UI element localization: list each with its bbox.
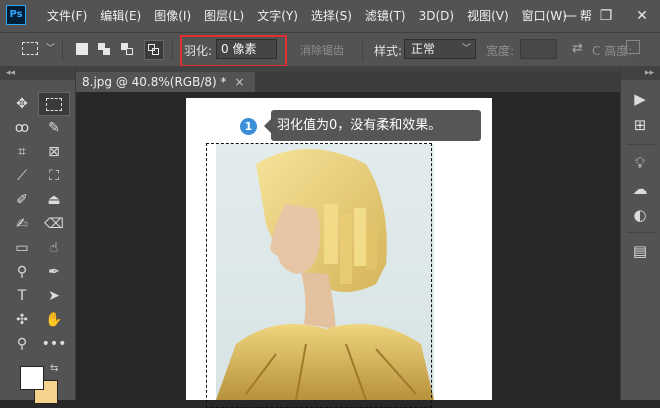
tools-panel: ◂◂ ✥ ꝏ ✎ ⌗ ⊠ ⟋ ⛶ ✐ ⏏ ✍ ⌫ ▭ ☝ ⚲ ✒ T ➤ ✣ ✋… <box>0 66 76 404</box>
patch-icon[interactable]: ⛶ <box>38 164 70 188</box>
collapse-icon[interactable]: ◂◂ <box>0 66 75 80</box>
square-shape <box>103 48 110 55</box>
step-badge: 1 <box>240 118 257 135</box>
type-icon[interactable]: T <box>6 284 38 308</box>
smudge-icon[interactable]: ☝ <box>38 236 70 260</box>
style-select[interactable]: 正常 ﹀ <box>404 39 476 59</box>
intersect-selection-button[interactable] <box>144 40 164 60</box>
foreground-color-swatch[interactable] <box>20 366 44 390</box>
gradient-icon[interactable]: ▭ <box>6 236 38 260</box>
rect-marquee-preset-icon[interactable] <box>22 42 38 55</box>
quick-select-icon[interactable]: ✎ <box>38 116 70 140</box>
menu-layer[interactable]: 图层(L) <box>199 0 252 32</box>
menu-edit[interactable]: 编辑(E) <box>95 0 149 32</box>
document-tab-bar: 8.jpg @ 40.8%(RGB/8) * × <box>76 66 620 92</box>
antialias-checkbox-label[interactable]: 消除锯齿 <box>300 42 344 58</box>
divider <box>172 39 173 61</box>
eraser-icon[interactable]: ⌫ <box>38 212 70 236</box>
highlight-box <box>180 35 287 67</box>
subtract-selection-button[interactable] <box>121 43 133 55</box>
document-tab[interactable]: 8.jpg @ 40.8%(RGB/8) * × <box>76 72 255 92</box>
style-select-value: 正常 <box>411 42 436 56</box>
dodge-icon[interactable]: ⚲ <box>6 260 38 284</box>
adjust-icon[interactable]: ◐ <box>629 204 651 226</box>
square-button[interactable] <box>626 40 640 54</box>
chevron-down-icon[interactable]: ﹀ <box>46 41 55 54</box>
history-brush-icon[interactable]: ✍ <box>6 212 38 236</box>
grid-icon[interactable]: ⊞ <box>629 114 651 136</box>
swap-icon[interactable]: ⇄ <box>572 41 583 56</box>
divider <box>627 232 655 233</box>
marquee-glyph <box>46 97 62 111</box>
bulb-icon[interactable]: 💡︎ <box>629 152 651 174</box>
minimize-button[interactable]: — <box>552 0 588 32</box>
document-tab-title: 8.jpg @ 40.8%(RGB/8) * <box>82 75 227 89</box>
move-icon[interactable]: ✥ <box>6 92 38 116</box>
menu-3d[interactable]: 3D(D) <box>414 0 462 32</box>
restore-button[interactable]: ❐ <box>588 0 624 32</box>
cc-libraries-icon[interactable]: ☁ <box>629 178 651 200</box>
panel-dock: ▸▸ ▶ ⊞ 💡︎ ☁ ◐ ▤ <box>620 66 660 400</box>
menu-type[interactable]: 文字(Y) <box>252 0 306 32</box>
marquee-selection[interactable] <box>206 143 432 408</box>
lasso-icon[interactable]: ꝏ <box>6 116 38 140</box>
rect-marquee-icon[interactable] <box>38 92 70 116</box>
crop-icon[interactable]: ⌗ <box>6 140 38 164</box>
menu-view[interactable]: 视图(V) <box>462 0 517 32</box>
more-icon[interactable]: ••• <box>38 332 70 356</box>
menu-bar: Ps 文件(F) 编辑(E) 图像(I) 图层(L) 文字(Y) 选择(S) 滤… <box>0 0 660 32</box>
expand-icon[interactable]: ▸▸ <box>621 66 660 80</box>
divider <box>62 39 63 61</box>
canvas-area[interactable]: 1 羽化值为0，没有柔和效果。 <box>76 92 620 408</box>
menu-filter[interactable]: 滤镜(T) <box>360 0 414 32</box>
frame-icon[interactable]: ⊠ <box>38 140 70 164</box>
tools-grid: ✥ ꝏ ✎ ⌗ ⊠ ⟋ ⛶ ✐ ⏏ ✍ ⌫ ▭ ☝ ⚲ ✒ T ➤ ✣ ✋ ⚲ … <box>6 92 70 356</box>
options-bar: ﹀ 羽化: 0 像素 消除锯齿 样式: 正常 ﹀ 宽度: ⇄ C 高度: <box>0 32 660 67</box>
menu-file[interactable]: 文件(F) <box>42 0 95 32</box>
square-outline <box>126 48 133 55</box>
menu-select[interactable]: 选择(S) <box>306 0 360 32</box>
play-icon[interactable]: ▶ <box>629 88 651 110</box>
close-button[interactable]: ✕ <box>624 0 660 32</box>
zoom-icon[interactable]: ⚲ <box>6 332 38 356</box>
divider <box>627 144 655 145</box>
window-controls: — ❐ ✕ <box>552 0 660 32</box>
callout-text: 羽化值为0，没有柔和效果。 <box>264 110 481 141</box>
document-canvas[interactable]: 1 羽化值为0，没有柔和效果。 <box>186 98 492 408</box>
chevron-down-icon: ﹀ <box>461 44 471 54</box>
channels-icon[interactable]: ▤ <box>629 240 651 262</box>
style-label: 样式: <box>374 44 403 58</box>
add-selection-button[interactable] <box>98 43 110 55</box>
stamp-icon[interactable]: ⏏ <box>38 188 70 212</box>
divider <box>362 39 363 61</box>
menu-image[interactable]: 图像(I) <box>149 0 199 32</box>
swap-colors-icon[interactable]: ⇆ <box>50 363 58 374</box>
width-label: 宽度: <box>486 44 515 58</box>
shape-icon[interactable]: ✣ <box>6 308 38 332</box>
path-select-icon[interactable]: ➤ <box>38 284 70 308</box>
width-input[interactable] <box>520 39 557 59</box>
brush-icon[interactable]: ✐ <box>6 188 38 212</box>
eyedropper-icon[interactable]: ⟋ <box>6 164 38 188</box>
square-outline <box>152 48 159 55</box>
menu-items: 文件(F) 编辑(E) 图像(I) 图层(L) 文字(Y) 选择(S) 滤镜(T… <box>42 0 600 32</box>
pen-icon[interactable]: ✒ <box>38 260 70 284</box>
close-icon[interactable]: × <box>235 72 245 92</box>
hand-icon[interactable]: ✋ <box>38 308 70 332</box>
new-selection-button[interactable] <box>76 43 88 55</box>
photoshop-logo: Ps <box>6 5 26 25</box>
